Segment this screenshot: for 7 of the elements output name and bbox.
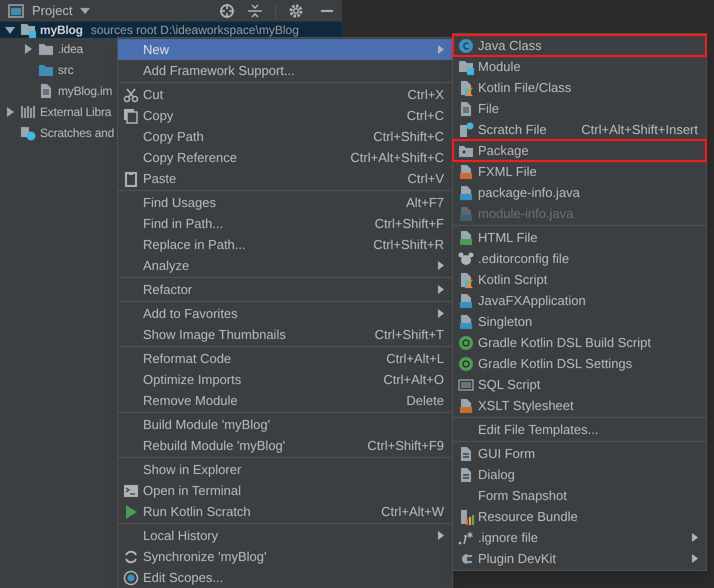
tree-item-label: src	[58, 62, 74, 76]
tree-item-note: sources root D:\ideaworkspace\myBlog	[90, 23, 299, 37]
tree-item-label: External Libra	[40, 104, 112, 118]
tree-item-label: .idea	[58, 42, 84, 56]
tree-item-label: myBlog.im	[58, 84, 112, 98]
tree-item-label: myBlog	[40, 23, 83, 37]
tree-item-label: Scratches and	[40, 126, 114, 140]
